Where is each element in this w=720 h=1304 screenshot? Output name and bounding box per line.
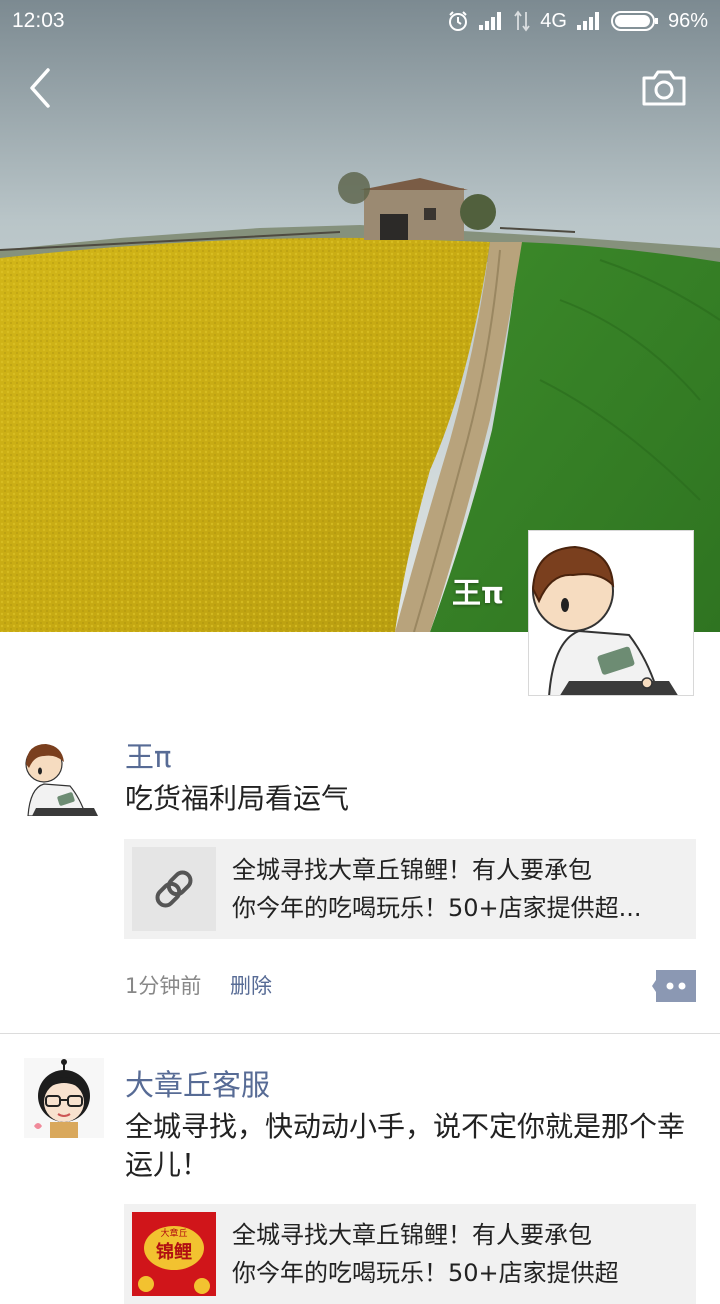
post-text: 吃货福利局看运气 xyxy=(125,782,350,815)
author-avatar[interactable] xyxy=(24,736,104,816)
post-text: 全城寻找，快动动小手，说不定你就是那个幸运儿！ xyxy=(125,1110,686,1181)
thumb-brand: 大章丘 xyxy=(160,1227,187,1239)
comment-dots-icon[interactable] xyxy=(652,970,696,1002)
status-icons: 4G 96% xyxy=(447,0,708,42)
battery-icon xyxy=(610,11,658,31)
post-timestamp: 1分钟前 xyxy=(125,974,202,998)
share-title: 全城寻找大章丘锦鲤！有人要承包 你今年的吃喝玩乐！50+店家提供超 xyxy=(232,1216,688,1292)
cartoon-boy-reading-avatar xyxy=(24,736,104,816)
signal-icon xyxy=(479,12,502,30)
profile-avatar[interactable] xyxy=(528,530,694,696)
author-name[interactable]: 王π xyxy=(125,734,171,776)
camera-icon[interactable] xyxy=(640,68,688,108)
alarm-icon xyxy=(449,11,468,31)
delete-link[interactable]: 删除 xyxy=(230,970,272,1000)
share-title: 全城寻找大章丘锦鲤！有人要承包 你今年的吃喝玩乐！50+店家提供超... xyxy=(232,851,688,927)
network-type: 4G xyxy=(540,10,567,32)
chevron-left-icon[interactable] xyxy=(22,66,62,110)
share-title-line: 你今年的吃喝玩乐！50+店家提供超 xyxy=(232,1259,619,1287)
author-name[interactable]: 大章丘客服 xyxy=(125,1062,270,1104)
thumb-title: 锦鲤 xyxy=(156,1241,192,1263)
signal-icon xyxy=(576,12,599,30)
cartoon-boy-reading-avatar xyxy=(529,531,693,695)
data-arrows-icon xyxy=(514,10,531,32)
shared-link-card[interactable]: 大章丘 锦鲤 全城寻找大章丘锦鲤！有人要承包 你今年的吃喝玩乐！50+店家提供超 xyxy=(124,1204,696,1304)
battery-level: 96% xyxy=(667,10,708,32)
shared-link-card[interactable]: 全城寻找大章丘锦鲤！有人要承包 你今年的吃喝玩乐！50+店家提供超... xyxy=(124,839,696,939)
share-title-line: 全城寻找大章丘锦鲤！有人要承包 xyxy=(232,856,592,884)
share-title-line: 你今年的吃喝玩乐！50+店家提供超... xyxy=(232,894,642,922)
koi-promo-thumbnail: 大章丘 锦鲤 xyxy=(132,1212,216,1296)
moment-post: 大章丘客服 全城寻找，快动动小手，说不定你就是那个幸运儿！ 大章丘 锦鲤 全城寻… xyxy=(0,1058,720,1304)
share-thumbnail xyxy=(132,847,216,931)
profile-name[interactable]: 王π xyxy=(452,570,504,612)
status-time: 12:03 xyxy=(12,9,65,32)
share-thumbnail: 大章丘 锦鲤 xyxy=(132,1212,216,1296)
moment-post: 王π 吃货福利局看运气 全城寻找大章丘锦鲤！有人要承包 你今年的吃喝玩乐！50+… xyxy=(0,736,720,1036)
author-avatar[interactable] xyxy=(24,1058,104,1138)
divider xyxy=(0,1033,720,1034)
status-bar: 12:03 4G 96% xyxy=(0,0,720,42)
share-title-line: 全城寻找大章丘锦鲤！有人要承包 xyxy=(232,1221,592,1249)
link-icon xyxy=(132,847,216,931)
cartoon-girl-glasses-avatar xyxy=(24,1058,104,1138)
